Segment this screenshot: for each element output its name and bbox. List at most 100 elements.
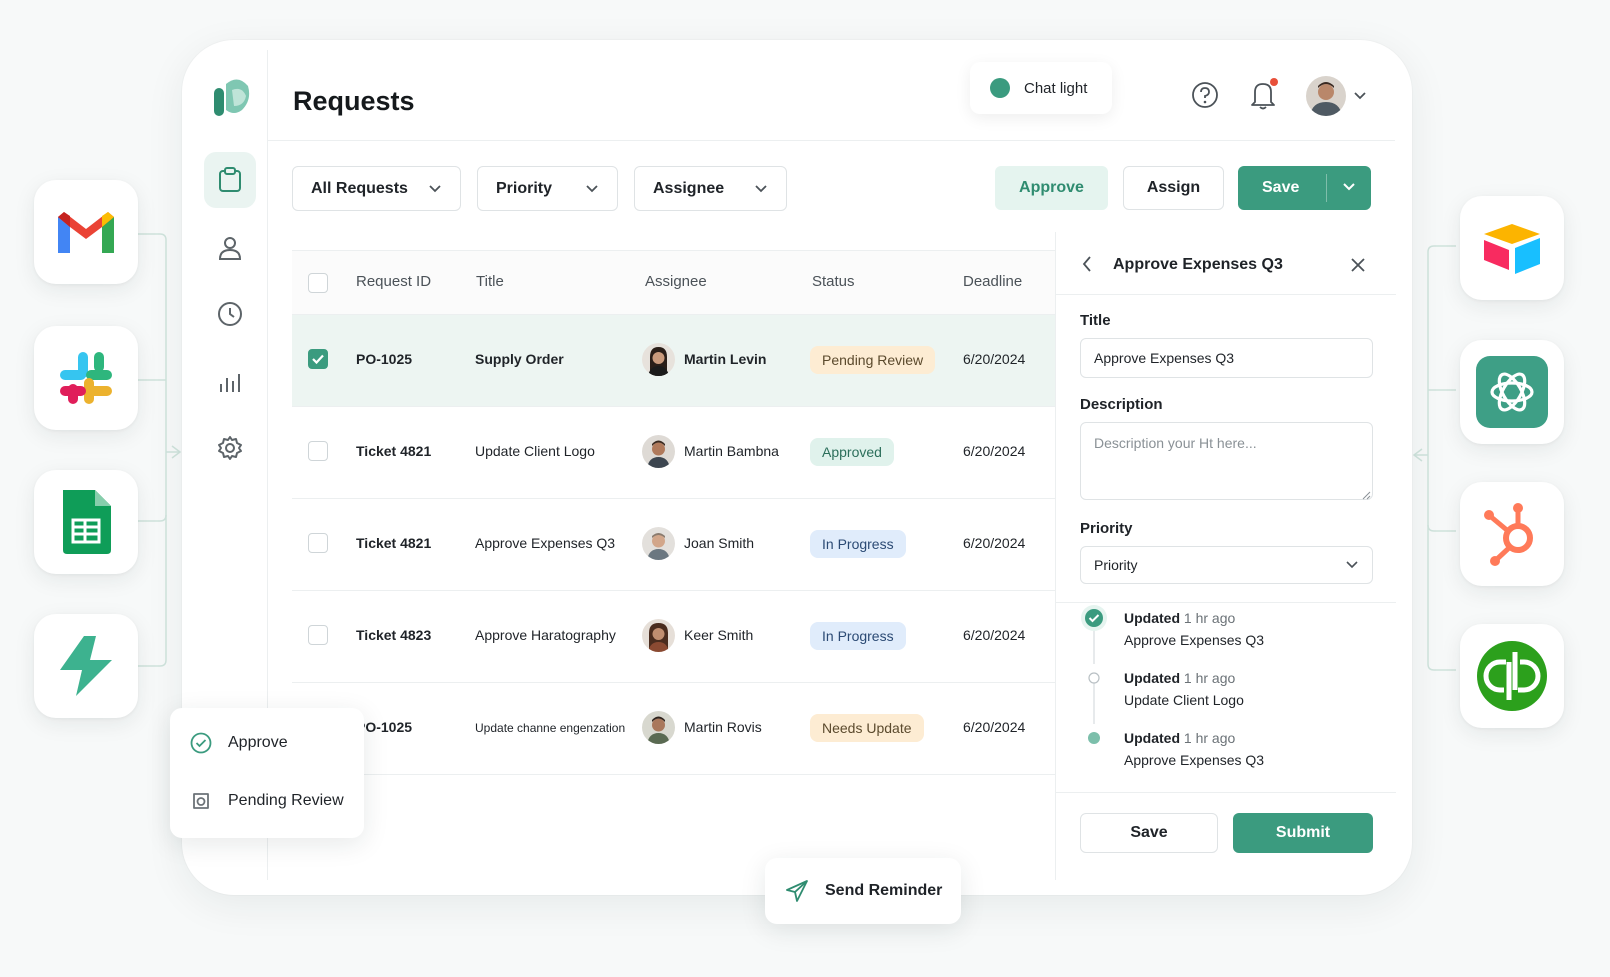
- status-menu-approve[interactable]: Approve: [190, 732, 288, 754]
- table-row[interactable]: Ticket 4823 Approve Haratography Keer Sm…: [292, 591, 1056, 683]
- close-button[interactable]: [1349, 256, 1367, 279]
- row-request-id: Ticket 4823: [356, 627, 432, 643]
- table-row[interactable]: Ticket 4821 Approve Expenses Q3 Joan Smi…: [292, 499, 1056, 591]
- row-assignee: Joan Smith: [684, 535, 755, 551]
- user-avatar[interactable]: [1306, 76, 1346, 116]
- title-input[interactable]: Approve Expenses Q3: [1080, 338, 1373, 378]
- gmail-icon: [58, 212, 114, 253]
- timeline-dot-empty-icon: [1088, 672, 1100, 684]
- resize-handle-icon[interactable]: [1362, 487, 1371, 505]
- quickbooks-tile[interactable]: [1460, 624, 1564, 728]
- approve-button[interactable]: Approve: [995, 166, 1108, 210]
- clock-icon: [218, 302, 242, 326]
- table-row[interactable]: Ticket 4821 Update Client Logo Martin Ba…: [292, 407, 1056, 499]
- status-badge: Approved: [810, 438, 894, 466]
- hubspot-tile[interactable]: [1460, 482, 1564, 586]
- assignee-avatar: [642, 435, 675, 468]
- assignee-avatar: [642, 619, 675, 652]
- status-menu-pending-label: Pending Review: [228, 792, 344, 809]
- table-row[interactable]: PO-1025 Update channe engenzation Martin…: [292, 683, 1056, 775]
- header-assignee: Assignee: [645, 273, 707, 290]
- filter-all-requests[interactable]: All Requests: [292, 166, 461, 211]
- filter-priority-label: Priority: [496, 179, 553, 197]
- nav-users[interactable]: [204, 220, 256, 276]
- nav-history[interactable]: [204, 286, 256, 342]
- chevron-down-icon: [1343, 183, 1355, 191]
- priority-select[interactable]: Priority: [1080, 546, 1373, 584]
- description-textarea[interactable]: Description your Ht here...: [1080, 422, 1373, 500]
- save-button-label: Save: [1262, 179, 1300, 196]
- clipboard-icon: [219, 167, 241, 192]
- save-split-divider: [1326, 174, 1327, 202]
- priority-label: Priority: [1080, 520, 1133, 537]
- status-menu-approve-label: Approve: [228, 734, 288, 751]
- close-icon: [1351, 258, 1365, 272]
- row-checkbox[interactable]: [308, 625, 328, 645]
- requests-table: Request ID Title Assignee Status Deadlin…: [292, 250, 1056, 775]
- check-circle-icon: [1081, 605, 1107, 631]
- row-request-id: Ticket 4821: [356, 443, 432, 459]
- row-title: Update channe engenzation: [475, 721, 626, 735]
- row-checkbox[interactable]: [308, 441, 328, 461]
- chevron-down-icon: [429, 184, 441, 192]
- chevron-down-icon: [1346, 561, 1358, 569]
- openai-tile[interactable]: [1460, 340, 1564, 444]
- gmail-tile[interactable]: [34, 180, 138, 284]
- status-badge: In Progress: [810, 622, 906, 650]
- row-deadline: 6/20/2024: [963, 627, 1026, 643]
- filter-all-requests-label: All Requests: [311, 179, 408, 197]
- save-button[interactable]: Save: [1238, 166, 1371, 210]
- send-reminder-label: Send Reminder: [825, 882, 943, 899]
- request-detail-panel: Approve Expenses Q3 Title Approve Expens…: [1055, 232, 1396, 880]
- help-icon: [1192, 82, 1218, 108]
- row-assignee: Keer Smith: [684, 627, 754, 643]
- gear-icon: [218, 436, 242, 460]
- zapier-bolt-tile[interactable]: [34, 614, 138, 718]
- priority-select-value: Priority: [1094, 557, 1138, 573]
- chevron-left-icon: [1082, 256, 1091, 272]
- panel-submit-button[interactable]: Submit: [1233, 813, 1373, 853]
- assign-button[interactable]: Assign: [1123, 166, 1224, 210]
- row-assignee: Martin Rovis: [684, 719, 762, 735]
- check-circle-icon: [190, 732, 212, 754]
- save-options-toggle[interactable]: [1341, 180, 1357, 198]
- select-all-checkbox[interactable]: [308, 273, 328, 293]
- google-sheets-tile[interactable]: [34, 470, 138, 574]
- assignee-avatar: [642, 711, 675, 744]
- row-title: Supply Order: [475, 351, 564, 367]
- back-button[interactable]: [1080, 254, 1094, 279]
- nav-reports[interactable]: [204, 354, 256, 410]
- notifications-button[interactable]: [1248, 78, 1280, 110]
- zapier-bolt-icon: [60, 636, 112, 696]
- send-reminder-button[interactable]: Send Reminder: [765, 858, 961, 924]
- row-checkbox[interactable]: [308, 533, 328, 553]
- row-request-id: PO-1025: [356, 719, 413, 735]
- row-deadline: 6/20/2024: [963, 351, 1026, 367]
- slack-tile[interactable]: [34, 326, 138, 430]
- help-button[interactable]: [1190, 80, 1220, 110]
- chat-light-toggle[interactable]: Chat light: [970, 62, 1112, 114]
- filter-priority[interactable]: Priority: [477, 166, 618, 211]
- description-label: Description: [1080, 396, 1163, 413]
- panel-save-button[interactable]: Save: [1080, 813, 1218, 853]
- google-sheets-icon: [63, 490, 111, 554]
- airtable-tile[interactable]: [1460, 196, 1564, 300]
- assignee-avatar: [642, 343, 675, 376]
- nav-settings[interactable]: [204, 420, 256, 476]
- assignee-avatar: [642, 527, 675, 560]
- row-request-id: Ticket 4821: [356, 535, 432, 551]
- timeline-dot-filled-icon: [1088, 732, 1100, 744]
- account-menu-toggle[interactable]: [1352, 88, 1368, 104]
- timeline-item-title: Approve Expenses Q3: [1124, 632, 1265, 648]
- table-row[interactable]: PO-1025 Supply Order Martin Levin Pendin…: [292, 315, 1056, 407]
- row-checkbox[interactable]: [308, 349, 328, 369]
- bar-chart-icon: [220, 374, 240, 392]
- status-menu-pending[interactable]: Pending Review: [190, 790, 344, 812]
- row-request-id: PO-1025: [356, 351, 413, 367]
- chevron-down-icon: [1354, 92, 1366, 100]
- row-title: Approve Expenses Q3: [475, 535, 616, 551]
- filter-assignee[interactable]: Assignee: [634, 166, 787, 211]
- notification-dot: [1270, 78, 1278, 86]
- nav-requests[interactable]: [204, 152, 256, 208]
- timeline-heading: Updated 1 hr ago: [1124, 670, 1236, 686]
